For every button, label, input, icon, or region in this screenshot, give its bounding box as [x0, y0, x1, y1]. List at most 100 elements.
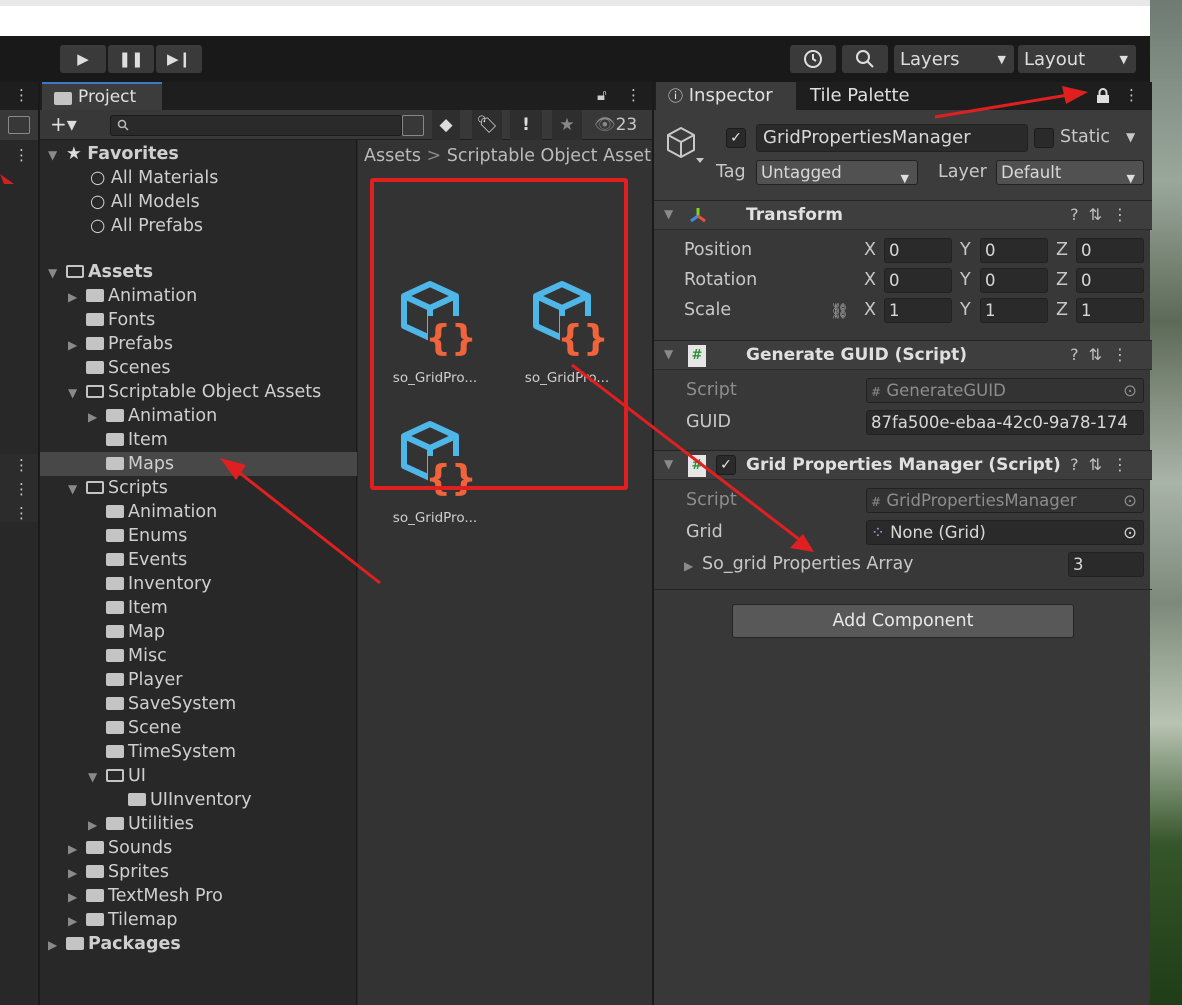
- position-y-field[interactable]: 0: [980, 238, 1048, 263]
- folder-tree-item[interactable]: Map: [88, 620, 165, 644]
- history-button[interactable]: [790, 45, 836, 73]
- preset-icon[interactable]: ⇅: [1089, 455, 1112, 474]
- search-window-icon[interactable]: [402, 115, 424, 136]
- favorites-header[interactable]: ▼ ★ Favorites: [48, 142, 179, 166]
- step-button[interactable]: ▶❙: [156, 45, 202, 73]
- object-name-field[interactable]: GridPropertiesManager: [756, 124, 1028, 152]
- array-size-field[interactable]: 3: [1068, 552, 1144, 577]
- more-icon[interactable]: ⋮: [1112, 455, 1138, 474]
- layout-dropdown[interactable]: Layout ▼: [1018, 45, 1136, 73]
- tab-tile-palette[interactable]: Tile Palette: [810, 82, 910, 110]
- expand-arrow-icon[interactable]: ▶: [68, 885, 86, 909]
- scale-x-field[interactable]: 1: [884, 298, 952, 323]
- folder-tree-item[interactable]: ▶ Animation: [88, 404, 217, 428]
- expand-arrow-icon[interactable]: ▼: [88, 765, 106, 789]
- folder-tree-item[interactable]: Scene: [88, 716, 181, 740]
- object-picker-icon[interactable]: ⊙: [1123, 489, 1137, 512]
- folder-tree-item[interactable]: Maps: [40, 452, 357, 476]
- folder-tree-item[interactable]: Misc: [88, 644, 167, 668]
- position-z-field[interactable]: 0: [1076, 238, 1144, 263]
- static-checkbox[interactable]: [1034, 128, 1054, 148]
- expand-arrow-icon[interactable]: ▶: [684, 559, 693, 573]
- folder-tree-item[interactable]: ▶ TextMesh Pro: [68, 884, 223, 908]
- folder-tree-item[interactable]: Scenes: [68, 356, 170, 380]
- more-icon[interactable]: ⋮: [626, 86, 641, 104]
- more-icon[interactable]: ⋮: [14, 146, 29, 164]
- more-icon[interactable]: ⋮: [14, 86, 29, 104]
- script-field[interactable]: # GridPropertiesManager ⊙: [866, 488, 1144, 513]
- object-picker-icon[interactable]: ⊙: [1123, 379, 1137, 402]
- preset-icon[interactable]: ⇅: [1089, 205, 1112, 224]
- tag-dropdown[interactable]: Untagged ▼: [756, 160, 918, 185]
- folder-tree-item[interactable]: Player: [88, 668, 182, 692]
- active-checkbox[interactable]: ✓: [726, 128, 746, 148]
- generate-guid-header[interactable]: ▼ # Generate GUID (Script) ?⇅⋮: [654, 340, 1152, 370]
- rotation-x-field[interactable]: 0: [884, 268, 952, 293]
- assets-root[interactable]: ▼ Assets: [48, 260, 153, 284]
- folder-tree-item[interactable]: ▶ Sounds: [68, 836, 172, 860]
- folder-tree-item[interactable]: Animation: [88, 500, 217, 524]
- expand-arrow-icon[interactable]: ▶: [88, 813, 106, 837]
- scale-y-field[interactable]: 1: [980, 298, 1048, 323]
- favorite-star-icon[interactable]: ★: [552, 110, 582, 140]
- rotation-z-field[interactable]: 0: [1076, 268, 1144, 293]
- expand-arrow-icon[interactable]: ▶: [68, 837, 86, 861]
- constrain-proportions-icon[interactable]: ⛓︎: [830, 302, 849, 320]
- folder-tree-item[interactable]: Fonts: [68, 308, 155, 332]
- play-button[interactable]: ▶: [60, 45, 106, 73]
- tab-project[interactable]: Project: [42, 82, 162, 110]
- layer-dropdown[interactable]: Default ▼: [996, 160, 1144, 185]
- expand-arrow-icon[interactable]: ▼: [68, 381, 86, 405]
- expand-arrow-icon[interactable]: ▶: [68, 285, 86, 309]
- help-icon[interactable]: ?: [1070, 455, 1089, 474]
- expand-arrow-icon[interactable]: ▶: [68, 861, 86, 885]
- folder-tree-item[interactable]: ▼ Scripts: [68, 476, 168, 500]
- expand-arrow-icon[interactable]: ▶: [68, 333, 86, 357]
- favorite-item[interactable]: ○ All Models: [90, 190, 200, 214]
- grid-properties-header[interactable]: ▼ # ✓ Grid Properties Manager (Script) ?…: [654, 450, 1152, 480]
- label-filter-icon[interactable]: 🏷︎: [472, 110, 502, 140]
- more-icon[interactable]: ⋮: [1112, 345, 1138, 364]
- tab-inspector[interactable]: ⓘ Inspector: [656, 82, 796, 110]
- folder-tree-item[interactable]: Enums: [88, 524, 187, 548]
- pause-button[interactable]: ❚❚: [108, 45, 154, 73]
- layers-dropdown[interactable]: Layers ▼: [894, 45, 1014, 73]
- folder-tree-item[interactable]: Inventory: [88, 572, 212, 596]
- folder-tree-item[interactable]: ▶ Utilities: [88, 812, 194, 836]
- type-filter-icon[interactable]: ◆: [432, 110, 460, 140]
- favorite-item[interactable]: ○ All Prefabs: [90, 214, 203, 238]
- folder-tree-item[interactable]: ▶ Sprites: [68, 860, 169, 884]
- folder-tree-item[interactable]: ▶ Tilemap: [68, 908, 178, 932]
- help-icon[interactable]: ?: [1070, 345, 1089, 364]
- folder-tree-item[interactable]: ▼ Scriptable Object Assets: [68, 380, 321, 404]
- rotation-y-field[interactable]: 0: [980, 268, 1048, 293]
- script-field[interactable]: # GenerateGUID ⊙: [866, 378, 1144, 403]
- folder-tree-item[interactable]: ▼ UI: [88, 764, 146, 788]
- folder-tree-item[interactable]: SaveSystem: [88, 692, 236, 716]
- more-icon[interactable]: ⋮: [1112, 205, 1138, 224]
- create-button[interactable]: +▾: [50, 112, 77, 136]
- folder-tree-item[interactable]: TimeSystem: [88, 740, 236, 764]
- lock-icon[interactable]: [1096, 88, 1110, 104]
- object-picker-icon[interactable]: ⊙: [1123, 521, 1137, 544]
- search-input[interactable]: [110, 115, 402, 136]
- grid-object-field[interactable]: ⁘ None (Grid) ⊙: [866, 520, 1144, 545]
- folder-tree-item[interactable]: Item: [88, 596, 168, 620]
- add-component-button[interactable]: Add Component: [732, 604, 1074, 638]
- breadcrumb-root[interactable]: Assets: [364, 146, 421, 166]
- expand-arrow-icon[interactable]: ▼: [68, 477, 86, 501]
- chevron-down-icon[interactable]: ▼: [1126, 130, 1135, 144]
- breadcrumb-current[interactable]: Scriptable Object Asset: [447, 146, 651, 166]
- folder-tree-item[interactable]: ▶ Prefabs: [68, 332, 173, 356]
- more-icon[interactable]: ⋮: [14, 456, 29, 474]
- hidden-packages-toggle[interactable]: 👁︎23: [594, 115, 637, 135]
- favorite-item[interactable]: ○ All Materials: [90, 166, 218, 190]
- folder-tree-item[interactable]: Item: [88, 428, 168, 452]
- packages-root[interactable]: ▶ Packages: [48, 932, 181, 956]
- warning-filter-icon[interactable]: !: [510, 110, 542, 140]
- more-icon[interactable]: ⋮: [1124, 86, 1139, 104]
- enabled-checkbox[interactable]: ✓: [716, 455, 736, 475]
- folder-tree-item[interactable]: Events: [88, 548, 187, 572]
- expand-arrow-icon[interactable]: ▶: [88, 405, 106, 429]
- scale-z-field[interactable]: 1: [1076, 298, 1144, 323]
